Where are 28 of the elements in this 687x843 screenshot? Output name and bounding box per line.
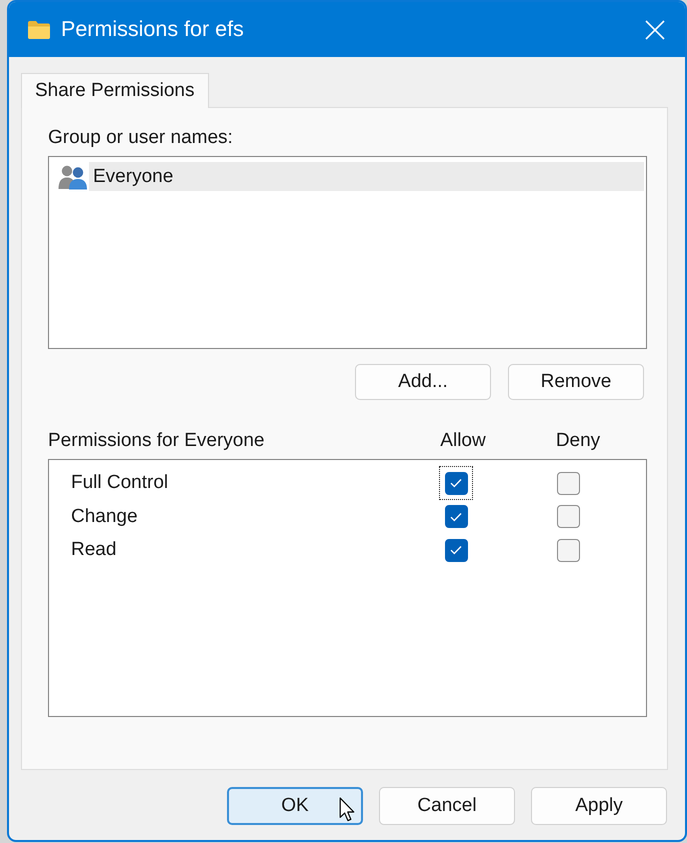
deny-checkbox[interactable] [556,538,580,562]
allow-checkbox[interactable] [444,538,468,562]
permission-name: Full Control [71,472,168,494]
list-action-button[interactable]: Remove [508,364,644,400]
close-icon[interactable] [645,20,665,40]
user-list-item[interactable]: Everyone [89,162,644,191]
users-icon [58,164,88,190]
checkmark-icon [450,512,462,522]
folder-icon [27,20,51,40]
column-header: Deny [556,430,600,452]
dialog-button[interactable]: OK [227,787,363,825]
permission-name: Change [71,506,138,528]
tab[interactable]: Share Permissions [21,73,209,108]
checkmark-icon [450,478,462,488]
window-title: Permissions for efs [61,17,244,42]
group-list-label: Group or user names: [48,127,233,149]
permissions-label: Permissions for Everyone [48,430,264,452]
column-header: Allow [440,430,486,452]
permission-name: Read [71,539,116,561]
dialog-button[interactable]: Apply [531,787,667,825]
deny-checkbox[interactable] [556,472,580,494]
dialog-button[interactable]: Cancel [379,787,515,825]
mouse-pointer-icon [339,797,356,822]
allow-checkbox[interactable] [444,505,468,528]
checkmark-icon [450,545,462,555]
allow-checkbox[interactable] [444,472,468,494]
list-action-button[interactable]: Add... [355,364,491,400]
deny-checkbox[interactable] [556,505,580,528]
